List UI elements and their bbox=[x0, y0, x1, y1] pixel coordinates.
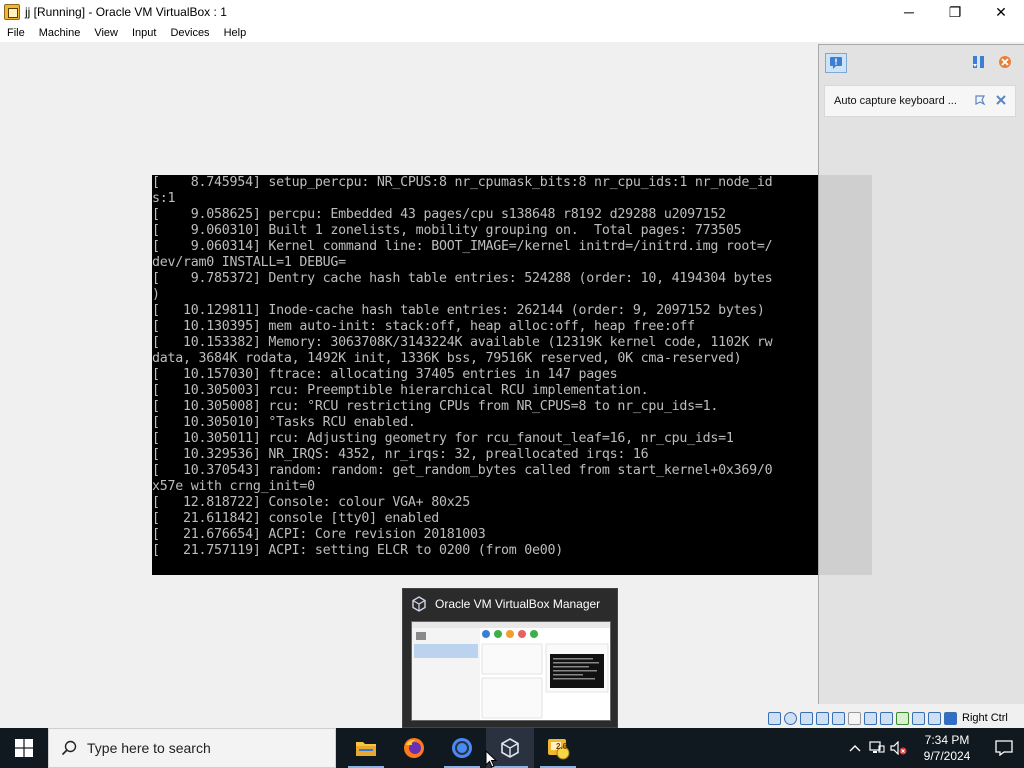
usb-icon[interactable] bbox=[832, 711, 845, 725]
window-title: jj [Running] - Oracle VM VirtualBox : 1 bbox=[25, 5, 227, 19]
exclamation-bubble-icon bbox=[830, 57, 842, 69]
menu-help[interactable]: Help bbox=[217, 27, 254, 39]
system-tray: 7:34 PM 9/7/2024 bbox=[844, 728, 1024, 768]
system-clock[interactable]: 7:34 PM 9/7/2024 bbox=[910, 732, 984, 764]
clock-date: 9/7/2024 bbox=[923, 749, 971, 763]
menu-machine[interactable]: Machine bbox=[32, 27, 88, 39]
notification-item-actions bbox=[974, 94, 1007, 106]
windows-logo-icon bbox=[15, 739, 33, 757]
taskbar-search-box[interactable]: Type here to search bbox=[48, 728, 336, 768]
thumbnail-header: Oracle VM VirtualBox Manager bbox=[403, 589, 617, 619]
taskbar-thumbnail-preview[interactable]: Oracle VM VirtualBox Manager bbox=[402, 588, 618, 728]
menu-bar: File Machine View Input Devices Help bbox=[0, 24, 1024, 42]
minimize-button[interactable]: ─ bbox=[886, 0, 932, 24]
notification-item[interactable]: Auto capture keyboard ... bbox=[824, 85, 1016, 117]
action-center-button[interactable] bbox=[984, 728, 1024, 768]
clock-time: 7:34 PM bbox=[924, 733, 970, 747]
taskbar-chrome[interactable] bbox=[438, 728, 486, 768]
host-key-arrow-icon bbox=[944, 711, 957, 725]
cpu-activity-icon[interactable] bbox=[896, 711, 909, 725]
clear-all-icon[interactable] bbox=[996, 53, 1014, 71]
host-key-label: Right Ctrl bbox=[962, 712, 1008, 724]
virtualbox-cube-icon bbox=[501, 738, 519, 758]
vm-console-screen[interactable]: [ 8.745954] setup_percpu: NR_CPUS:8 nr_c… bbox=[152, 175, 872, 575]
shared-folders-icon[interactable] bbox=[848, 711, 861, 725]
dismiss-icon[interactable] bbox=[995, 94, 1007, 106]
menu-view[interactable]: View bbox=[87, 27, 125, 39]
virtualbox-icon bbox=[412, 596, 426, 612]
search-placeholder: Type here to search bbox=[87, 740, 211, 756]
firefox-icon bbox=[404, 738, 424, 758]
console-output: [ 8.745954] setup_percpu: NR_CPUS:8 nr_c… bbox=[152, 175, 773, 558]
notification-actions bbox=[970, 53, 1014, 71]
taskbar-firefox[interactable] bbox=[390, 728, 438, 768]
vm-status-bar: Right Ctrl bbox=[768, 709, 1024, 727]
notification-center-panel: Auto capture keyboard ... bbox=[818, 44, 1024, 704]
network-icon[interactable] bbox=[866, 728, 888, 768]
volume-muted-icon[interactable] bbox=[888, 728, 910, 768]
vm-version-badge: 2.6 bbox=[556, 742, 568, 751]
manager-preview-image bbox=[412, 622, 610, 720]
keyboard-icon[interactable] bbox=[928, 711, 941, 725]
recording-icon[interactable] bbox=[880, 711, 893, 725]
taskbar: Type here to search 2.6 7:34 PM 9/7/2024 bbox=[0, 728, 1024, 768]
menu-devices[interactable]: Devices bbox=[163, 27, 216, 39]
start-button[interactable] bbox=[0, 728, 48, 768]
optical-drive-icon[interactable] bbox=[784, 711, 797, 725]
close-button[interactable]: ✕ bbox=[978, 0, 1024, 24]
notification-text: Auto capture keyboard ... bbox=[834, 95, 957, 107]
notification-center-icon[interactable] bbox=[825, 53, 847, 73]
sort-icon[interactable] bbox=[970, 53, 988, 71]
virtualbox-manager-preview bbox=[411, 621, 611, 721]
display-icon[interactable] bbox=[864, 711, 877, 725]
network-icon[interactable] bbox=[816, 711, 829, 725]
pin-icon[interactable] bbox=[974, 94, 986, 106]
search-icon bbox=[61, 740, 77, 756]
audio-icon[interactable] bbox=[800, 711, 813, 725]
window-controls: ─ ❐ ✕ bbox=[886, 0, 1024, 24]
mouse-integration-icon[interactable] bbox=[912, 711, 925, 725]
menu-input[interactable]: Input bbox=[125, 27, 163, 39]
maximize-button[interactable]: ❐ bbox=[932, 0, 978, 24]
folder-icon bbox=[356, 742, 376, 756]
title-bar: jj [Running] - Oracle VM VirtualBox : 1 … bbox=[0, 0, 1024, 24]
thumbnail-title: Oracle VM VirtualBox Manager bbox=[435, 597, 601, 611]
chrome-icon bbox=[452, 738, 472, 758]
mouse-cursor-icon bbox=[485, 750, 497, 768]
taskbar-vm-window[interactable]: 2.6 bbox=[534, 728, 582, 768]
menu-file[interactable]: File bbox=[0, 27, 32, 39]
virtualbox-vm-icon bbox=[4, 4, 20, 20]
show-hidden-icons-chevron-icon[interactable] bbox=[844, 728, 866, 768]
taskbar-file-explorer[interactable] bbox=[342, 728, 390, 768]
hard-disk-icon[interactable] bbox=[768, 711, 781, 725]
action-center-icon bbox=[995, 740, 1013, 756]
